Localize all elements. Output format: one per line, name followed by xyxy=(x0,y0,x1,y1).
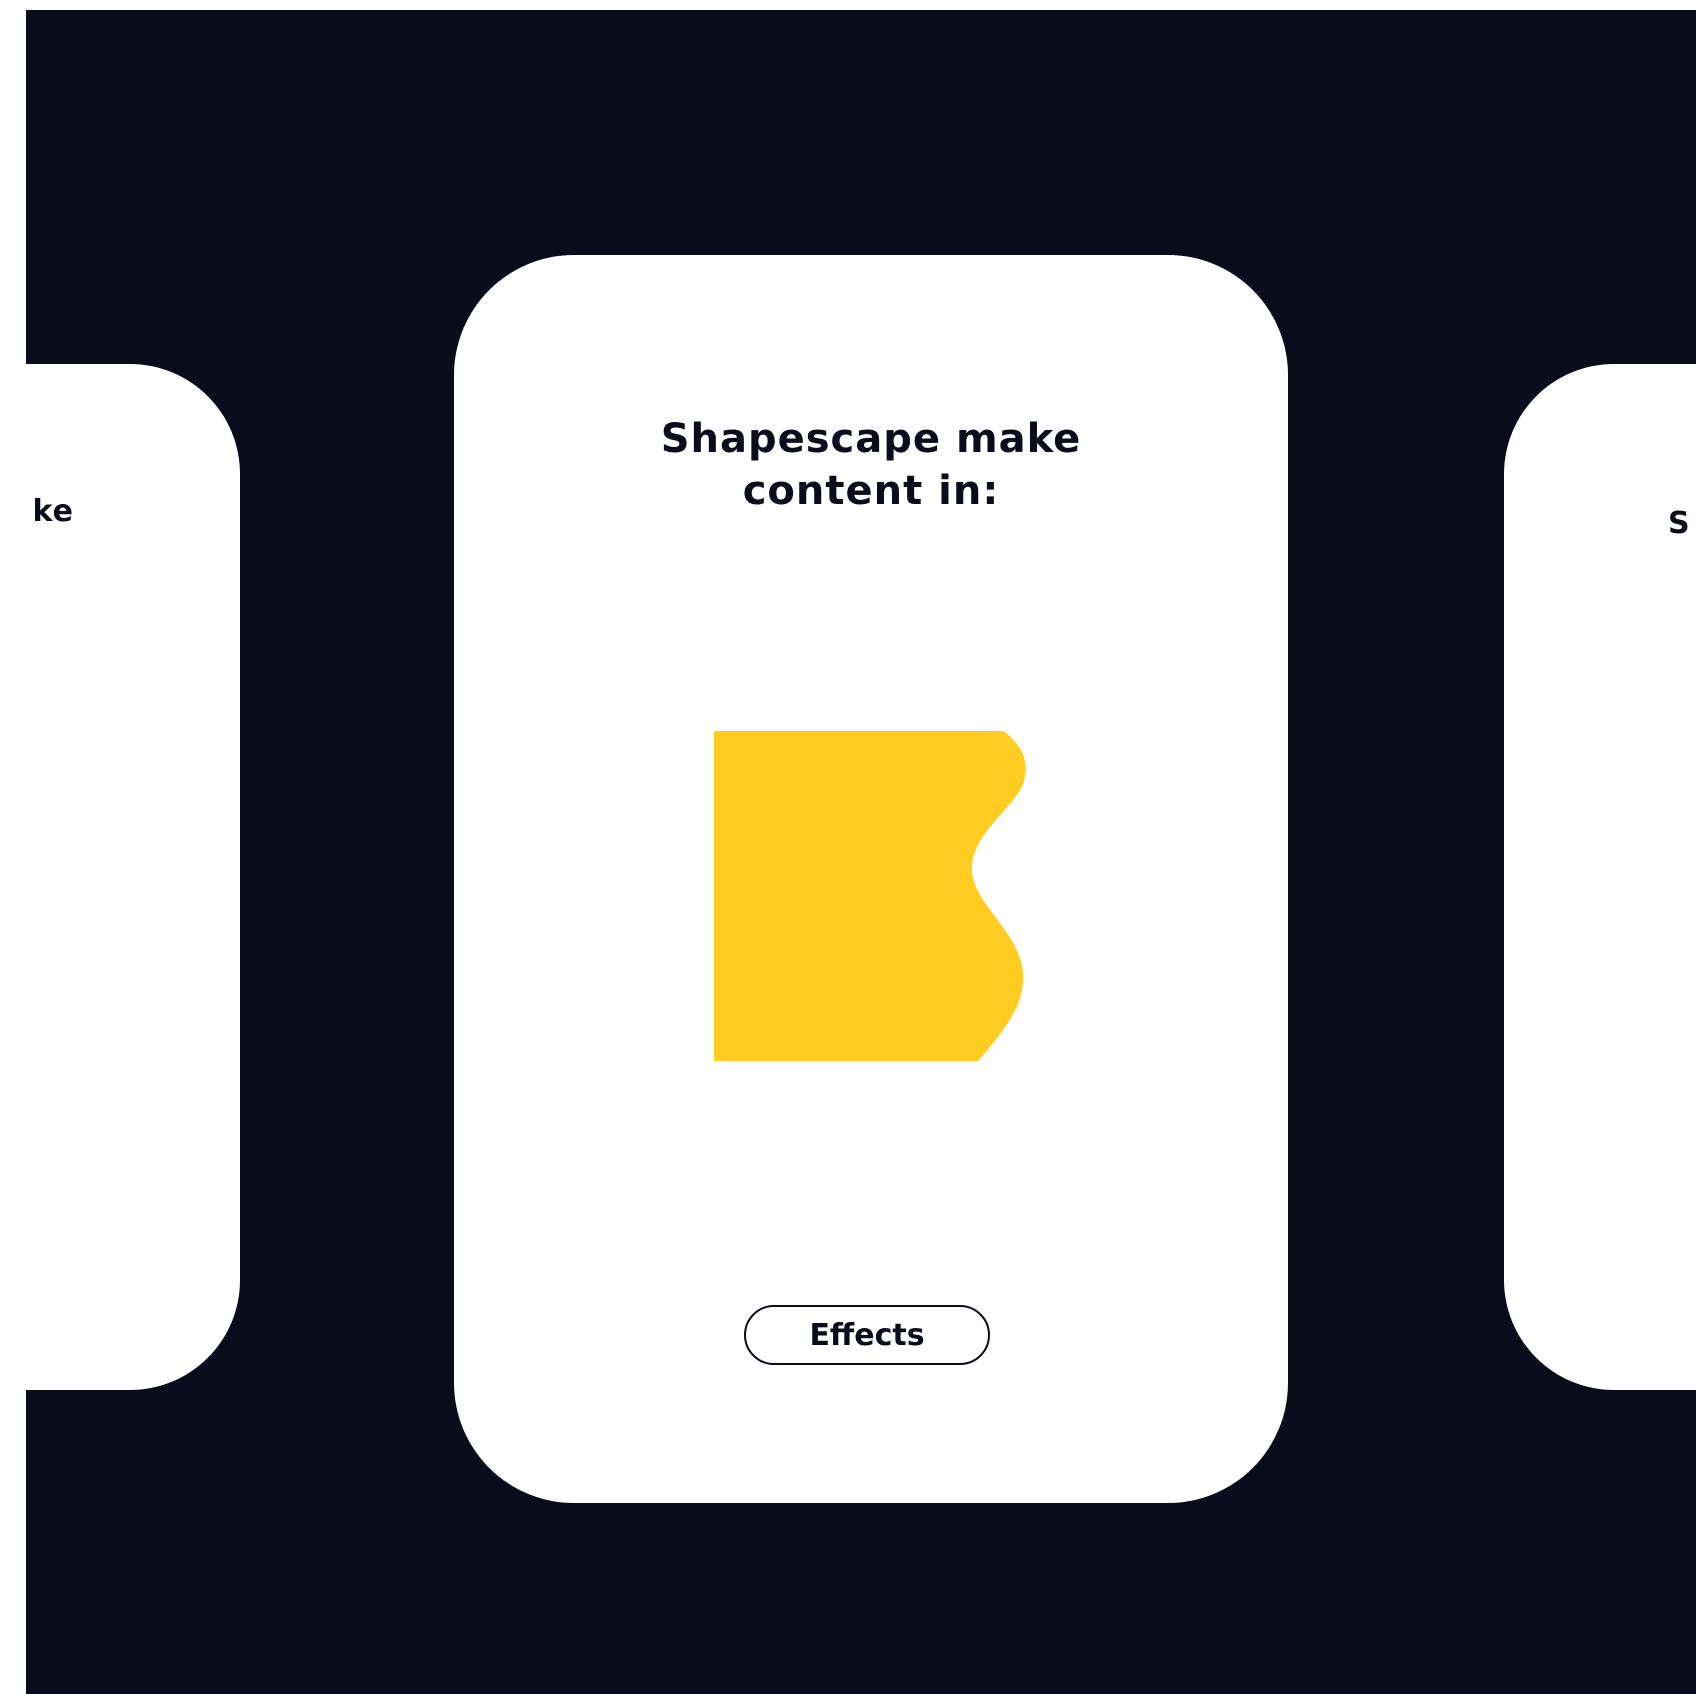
card-title-fragment: S xyxy=(1668,506,1691,541)
card-next[interactable]: S xyxy=(1504,364,1696,1390)
effects-button[interactable]: Effects xyxy=(744,1305,990,1365)
carousel-stage: ke Shapescape make content in: Effects S xyxy=(26,10,1696,1694)
wavy-square-shape xyxy=(714,731,1026,1061)
card-title: Shapescape make content in: xyxy=(660,416,1082,514)
card-current: Shapescape make content in: Effects xyxy=(454,255,1288,1503)
wavy-square-shape-fill xyxy=(714,731,1026,1061)
card-title-fragment: ke xyxy=(32,494,74,529)
card-previous[interactable]: ke xyxy=(26,364,240,1390)
